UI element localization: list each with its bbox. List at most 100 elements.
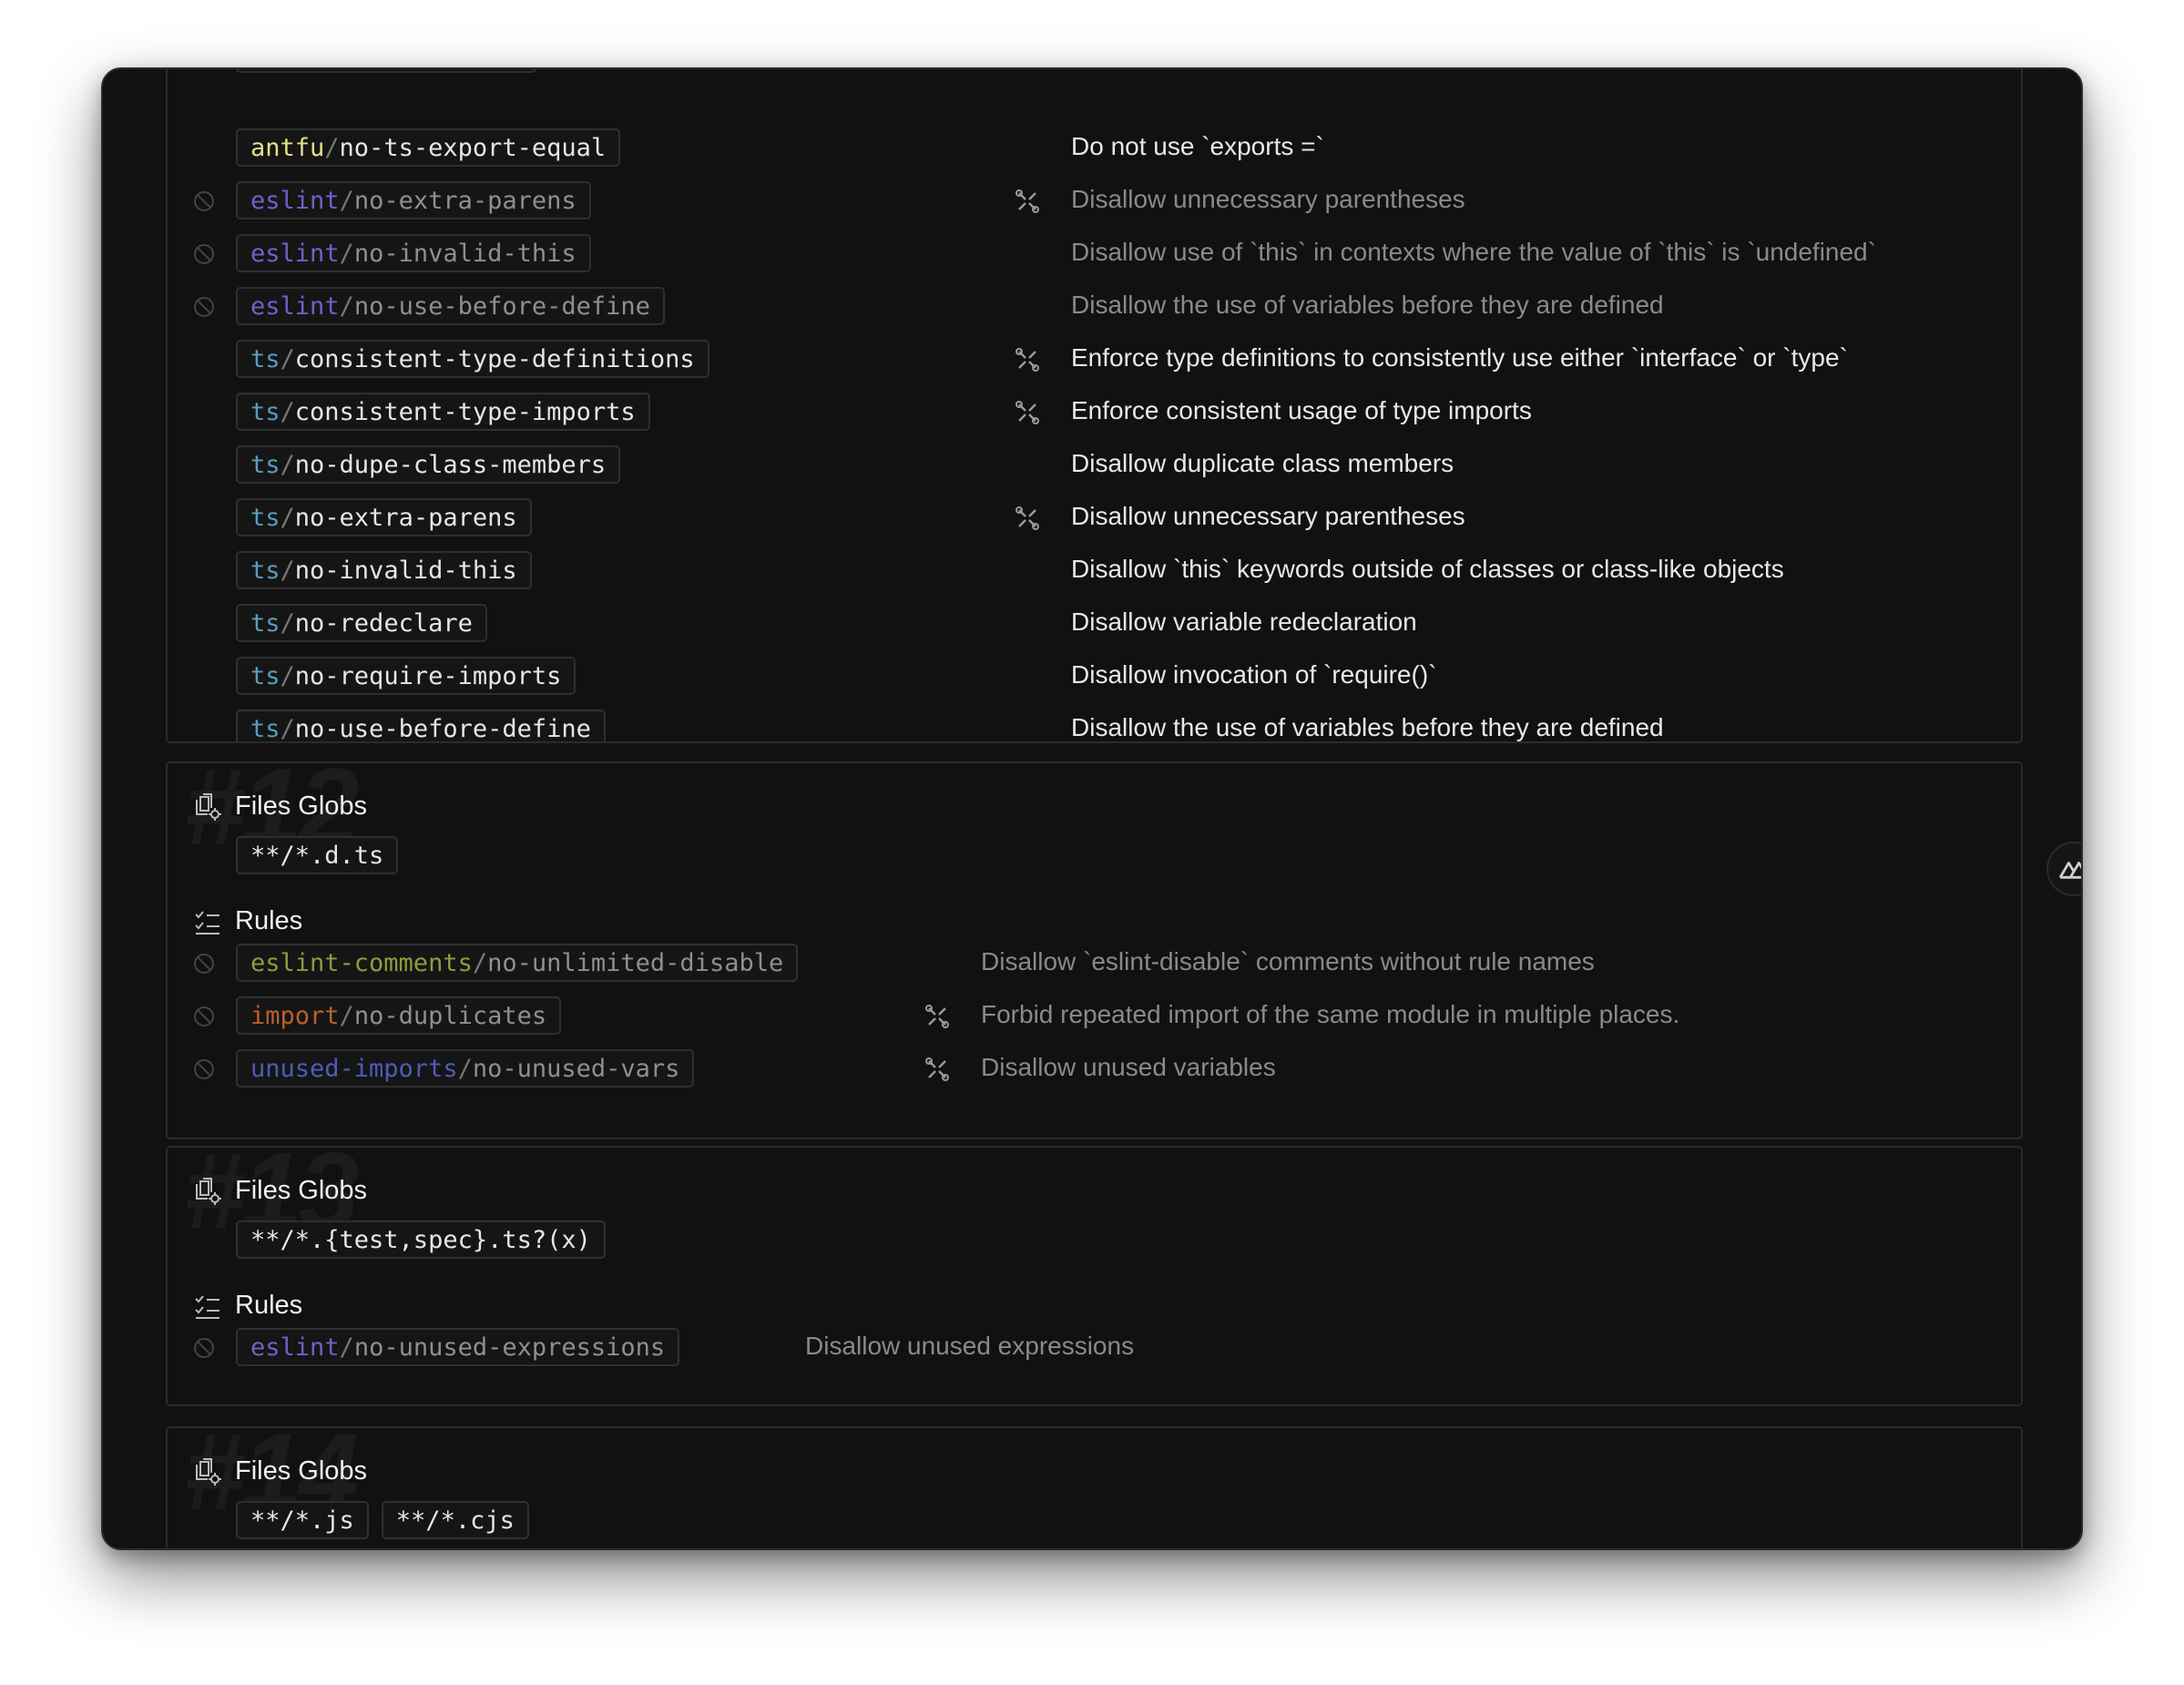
rule-row: ts / consistent-type-definitions Enforce ty… [168,332,2021,385]
rule-row: unused-imports / no-unused-vars Disallow un… [168,1042,2021,1095]
rule-row: eslint / no-extra-parens Disallow unnecessa… [168,174,2021,227]
rules-label: Rules [235,1290,303,1320]
rule-chip[interactable]: ts / no-use-before-define [236,710,606,743]
nuxt-icon [2058,862,2081,879]
rules-label: Rules [235,905,303,935]
rules-heading: Rules [193,903,302,939]
glob-list: **/*.js **/*.cjs [236,1501,529,1539]
rule-chip[interactable]: eslint / no-invalid-this [236,234,591,272]
rule-description: Forbid repeated import of the same modul… [981,1000,1680,1028]
rule-plugin: antfu [250,133,325,162]
rule-description: Enforce type definitions to consistently… [1071,343,1848,372]
ban-icon [194,1006,214,1026]
rule-row-partial [168,69,2021,106]
rule-row: antfu / no-ts-export-equal Do not use `expo… [168,121,2021,174]
rule-chip[interactable]: ts / consistent-type-imports [236,393,650,431]
rule-name: no-unused-vars [472,1054,680,1083]
rule-separator: / [280,344,295,373]
files-globs-label: Files Globs [235,1455,368,1486]
config-block-14: #14 Files Globs **/*.js **/*.cjs [166,1426,2023,1548]
rule-description: Disallow the use of variables before the… [1071,291,1664,319]
rule-chip[interactable]: antfu / no-ts-export-equal [236,128,621,167]
rule-plugin: import [250,1001,340,1030]
ban-icon [194,1059,214,1079]
rule-description: Disallow unused variables [981,1053,1276,1081]
rule-name: no-duplicates [353,1001,547,1030]
ban-icon [194,191,214,211]
files-globs-heading: Files Globs [193,1172,367,1209]
config-block-11: antfu / no-ts-export-equal Do not use `expo… [166,69,2023,743]
rule-name: no-dupe-class-members [294,450,607,479]
rule-chip[interactable]: eslint / no-unused-expressions [236,1328,680,1366]
rule-row: eslint / no-use-before-define Disallow the … [168,280,2021,332]
wrench-icon [1015,347,1040,373]
glob-chip[interactable]: **/*.d.ts [236,836,399,874]
rule-chip[interactable]: ts / consistent-type-definitions [236,340,709,378]
rule-name: no-use-before-define [294,714,591,743]
rule-separator: / [324,133,340,162]
glob-list: **/*.d.ts [236,836,399,874]
files-gear-icon [196,1458,221,1486]
rule-chip[interactable]: ts / no-invalid-this [236,551,532,589]
glob-chip[interactable]: **/*.js [236,1501,369,1539]
rule-separator: / [472,948,488,977]
rule-plugin: unused-imports [250,1054,458,1083]
rule-chip[interactable]: eslint / no-extra-parens [236,181,591,220]
rule-chip-partial[interactable] [236,69,536,73]
rule-row: ts / no-redeclare Disallow variable redecla… [168,597,2021,649]
rule-plugin: ts [250,608,281,638]
wrench-icon [1015,400,1040,425]
rule-plugin: ts [250,397,281,426]
devtools-button[interactable] [2046,842,2081,896]
rule-row: eslint-comments / no-unlimited-disable Disa… [168,936,2021,989]
rule-row: ts / no-extra-parens Disallow unnecessary p… [168,491,2021,544]
rule-plugin: ts [250,344,281,373]
glob-chip[interactable]: **/*.cjs [381,1501,529,1539]
rule-plugin: eslint-comments [250,948,473,977]
rule-chip[interactable]: import / no-duplicates [236,996,562,1035]
files-globs-heading: Files Globs [193,1453,367,1489]
app-window: antfu / no-ts-export-equal Do not use `expo… [101,67,2083,1550]
rule-chip[interactable]: ts / no-require-imports [236,657,577,695]
rule-description: Disallow unnecessary parentheses [1071,185,1465,213]
rule-plugin: eslint [250,186,340,215]
rule-plugin: eslint [250,291,340,321]
rule-description: Disallow the use of variables before the… [1071,713,1664,741]
wrench-icon [1015,189,1040,214]
rule-row: import / no-duplicates Forbid repeated impo… [168,989,2021,1042]
rule-separator: / [280,608,295,638]
rule-row: ts / consistent-type-imports Enforce consis… [168,385,2021,438]
rule-name: consistent-type-imports [294,397,636,426]
rule-plugin: eslint [250,1333,340,1362]
rule-chip[interactable]: eslint-comments / no-unlimited-disable [236,944,799,982]
rule-description: Enforce consistent usage of type imports [1071,396,1532,424]
rule-description: Disallow `eslint-disable` comments witho… [981,947,1595,975]
rule-chip[interactable]: ts / no-dupe-class-members [236,445,621,484]
rule-chip[interactable]: ts / no-redeclare [236,604,487,642]
glob-list: **/*.{test,spec}.ts?(x) [236,1220,606,1259]
rule-name: no-ts-export-equal [339,133,607,162]
list-check-icon [195,911,219,934]
rule-row: ts / no-invalid-this Disallow `this` keywor… [168,544,2021,597]
rule-chip[interactable]: ts / no-extra-parens [236,498,532,536]
rule-name: no-unused-expressions [353,1333,666,1362]
ban-icon [194,297,214,317]
ban-icon [194,954,214,974]
rule-separator: / [339,186,354,215]
rule-plugin: ts [250,661,281,690]
glob-chip[interactable]: **/*.{test,spec}.ts?(x) [236,1220,606,1259]
rule-description: Disallow unnecessary parentheses [1071,502,1465,530]
rule-separator: / [280,714,295,743]
rule-plugin: ts [250,503,281,532]
rule-name: no-redeclare [294,608,473,638]
rule-chip[interactable]: eslint / no-use-before-define [236,287,665,325]
rule-separator: / [339,239,354,268]
rule-name: no-invalid-this [294,556,517,585]
rule-description: Disallow invocation of `require()` [1071,660,1437,689]
rule-name: no-require-imports [294,661,562,690]
rule-plugin: ts [250,714,281,743]
rule-name: no-extra-parens [294,503,517,532]
files-globs-label: Files Globs [235,791,368,821]
rule-chip[interactable]: unused-imports / no-unused-vars [236,1049,695,1088]
rule-separator: / [339,1333,354,1362]
